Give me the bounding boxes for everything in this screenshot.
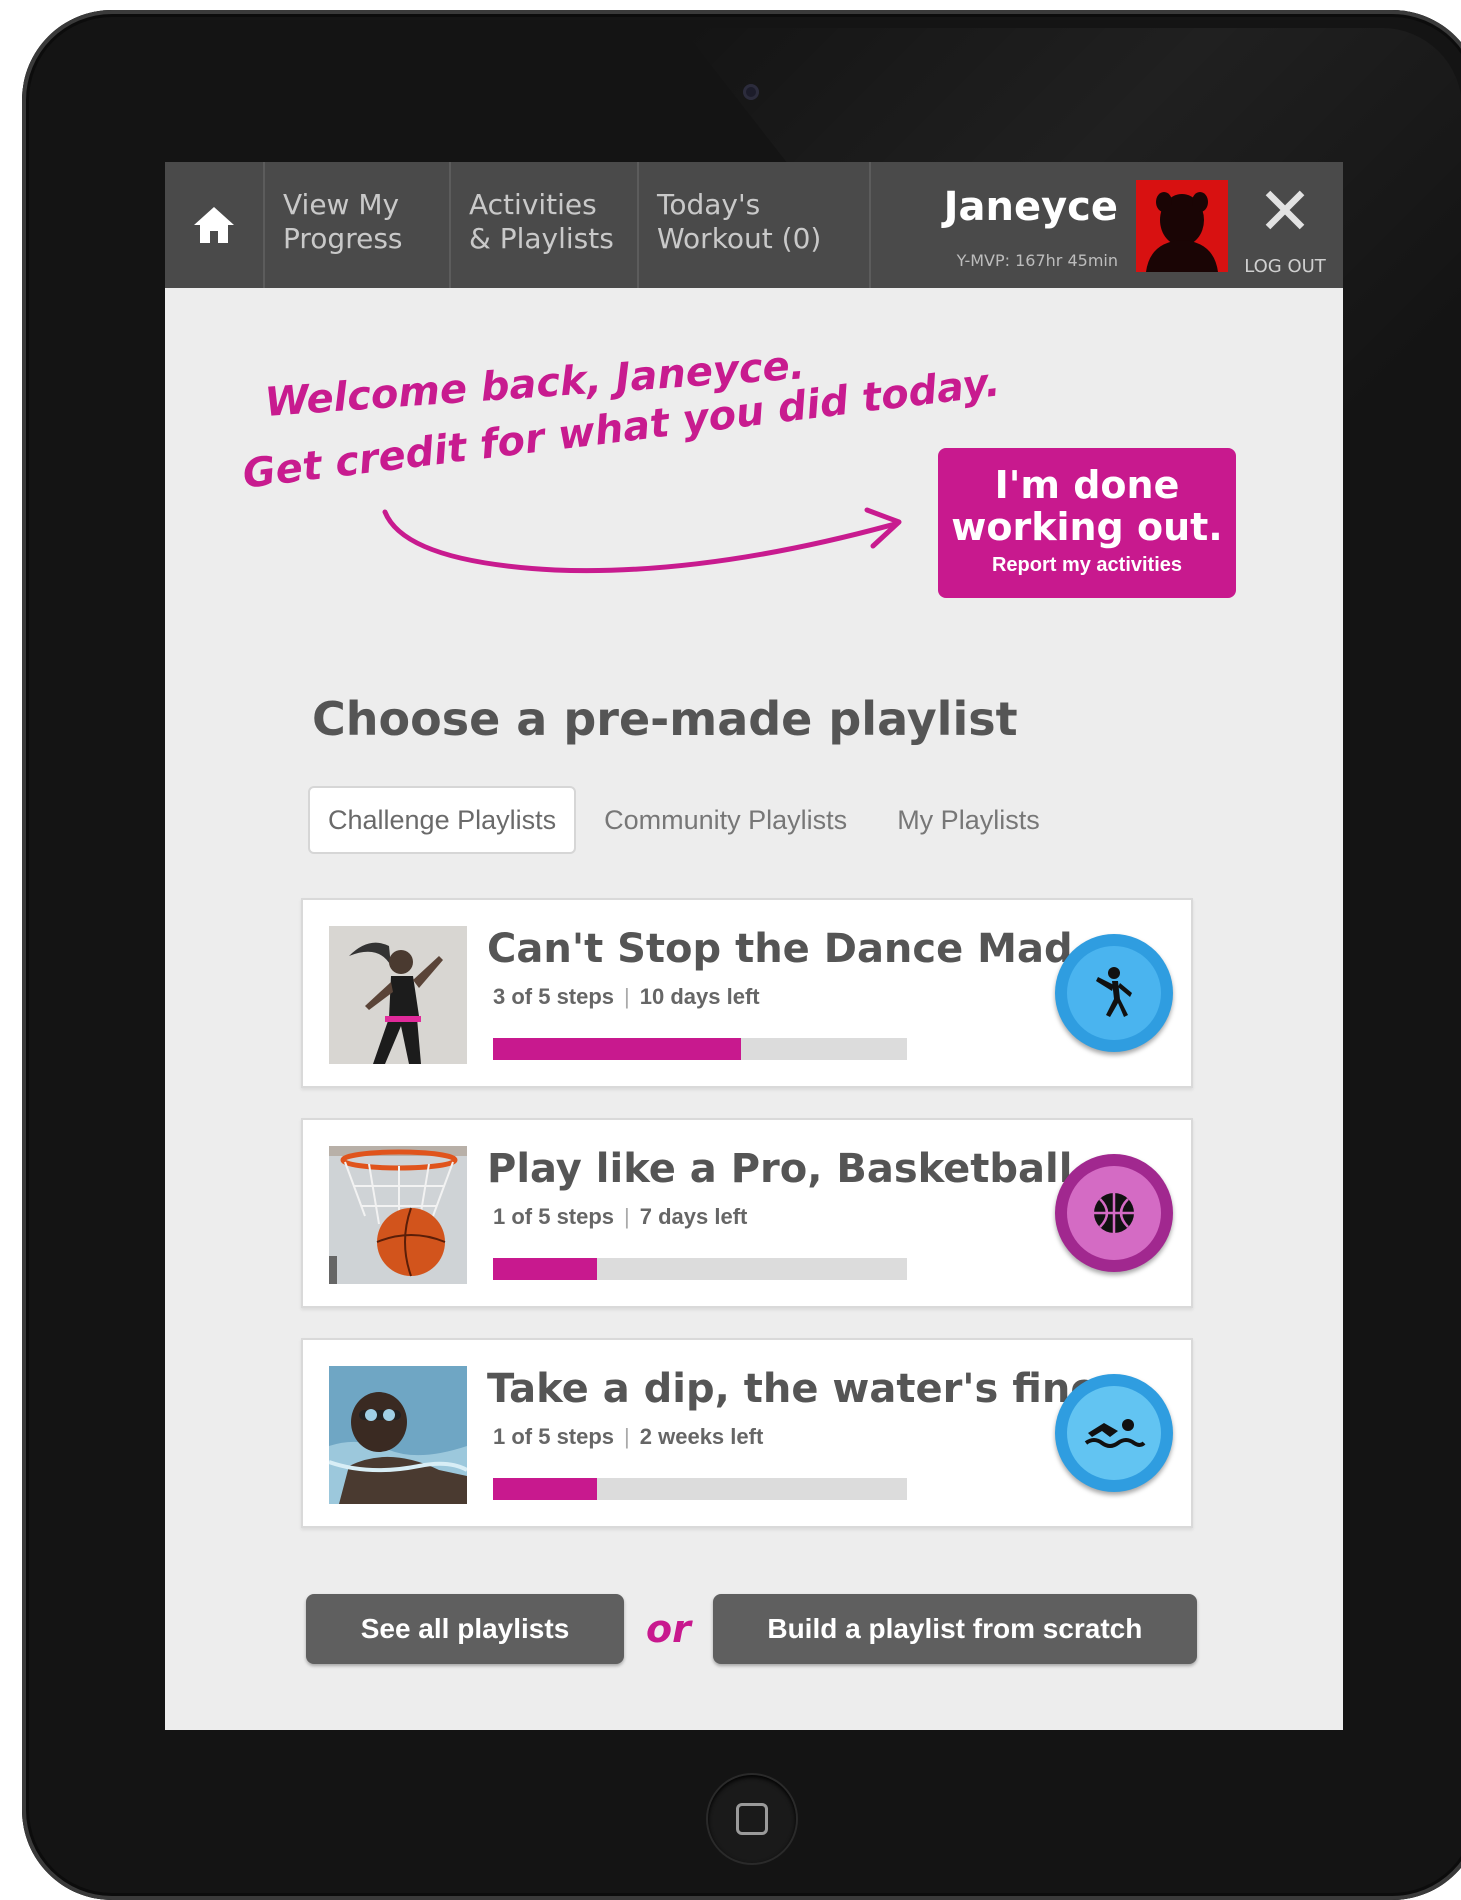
tab-challenge-playlists[interactable]: Challenge Playlists [308, 786, 577, 854]
avatar-silhouette-icon [1146, 192, 1218, 272]
playlist-time-left: 2 weeks left [639, 1424, 764, 1449]
playlist-thumbnail [329, 1146, 467, 1284]
playlist-thumbnail [329, 926, 467, 1064]
build-playlist-button[interactable]: Build a playlist from scratch [712, 1594, 1197, 1664]
close-icon: ✕ [1257, 173, 1313, 250]
playlist-title: Play like a Pro, Basketball [487, 1146, 1073, 1192]
logout-button[interactable]: ✕ LOG OUT [1235, 173, 1335, 278]
done-title-line: I'm done [994, 463, 1180, 507]
user-name: Janeyce [943, 184, 1118, 230]
meta-separator: | [624, 984, 630, 1009]
swimmer-image [329, 1366, 467, 1504]
playlist-list: Can't Stop the Dance Mad... 3 of 5 steps… [301, 898, 1193, 1558]
logout-label: LOG OUT [1244, 256, 1326, 277]
playlist-steps: 3 of 5 steps [493, 984, 615, 1009]
playlist-card[interactable]: Can't Stop the Dance Mad... 3 of 5 steps… [301, 898, 1193, 1088]
done-subtitle: Report my activities [991, 554, 1183, 576]
playlist-steps: 1 of 5 steps [493, 1424, 615, 1449]
playlist-badge [1055, 1154, 1173, 1272]
badge-inner [1067, 946, 1161, 1040]
playlist-progress-bar [493, 1478, 907, 1500]
user-panel: Janeyce Y-MVP: 167hr 45min ✕ LOG OUT [871, 162, 1343, 288]
playlist-meta: 1 of 5 steps | 7 days left [493, 1204, 747, 1230]
nav-view-progress[interactable]: View My Progress [265, 162, 451, 288]
dance-icon [1096, 967, 1132, 1017]
home-icon [194, 207, 234, 243]
top-nav: View My Progress Activities & Playlists … [165, 162, 1343, 288]
swimming-icon [1084, 1419, 1146, 1448]
meta-separator: | [624, 1204, 630, 1229]
nav-label-line: & Playlists [469, 222, 614, 255]
nav-activities-playlists[interactable]: Activities & Playlists [451, 162, 639, 288]
camera-icon [743, 84, 759, 100]
nav-todays-workout[interactable]: Today's Workout (0) [639, 162, 871, 288]
playlist-progress-bar [493, 1038, 907, 1060]
playlist-card[interactable]: Play like a Pro, Basketball 1 of 5 steps… [301, 1118, 1193, 1308]
avatar[interactable] [1136, 180, 1228, 272]
tab-community-playlists[interactable]: Community Playlists [582, 788, 869, 852]
playlist-tabs: Challenge Playlists Community Playlists … [308, 786, 1062, 854]
badge-inner [1067, 1166, 1161, 1260]
playlist-meta: 1 of 5 steps | 2 weeks left [493, 1424, 763, 1450]
arrow-icon [382, 507, 902, 574]
progress-fill [493, 1258, 597, 1280]
bottom-actions: See all playlists or Build a playlist fr… [306, 1594, 1197, 1664]
progress-fill [493, 1478, 597, 1500]
basketball-icon [1094, 1193, 1134, 1233]
playlist-time-left: 10 days left [639, 984, 760, 1009]
nav-label-line: View My [283, 188, 400, 221]
section-title: Choose a pre-made playlist [312, 692, 1018, 746]
see-all-playlists-button[interactable]: See all playlists [306, 1594, 624, 1664]
hardware-home-button[interactable] [708, 1775, 796, 1863]
home-square-icon [736, 1803, 768, 1835]
or-separator: or [646, 1607, 691, 1651]
playlist-badge [1055, 1374, 1173, 1492]
progress-fill [493, 1038, 742, 1060]
playlist-title: Can't Stop the Dance Mad... [487, 926, 1119, 972]
basketball-hoop-image [329, 1146, 467, 1284]
nav-label-line: Progress [283, 222, 403, 255]
meta-separator: | [624, 1424, 630, 1449]
user-stat: Y-MVP: 167hr 45min [956, 251, 1118, 270]
nav-label-line: Today's [657, 188, 761, 221]
done-working-out-button[interactable]: I'm done working out. Report my activiti… [938, 448, 1236, 598]
playlist-time-left: 7 days left [639, 1204, 748, 1229]
tab-my-playlists[interactable]: My Playlists [875, 788, 1062, 852]
playlist-card[interactable]: Take a dip, the water's fine. 1 of 5 ste… [301, 1338, 1193, 1528]
playlist-progress-bar [493, 1258, 907, 1280]
playlist-steps: 1 of 5 steps [493, 1204, 615, 1229]
nav-home[interactable] [165, 162, 265, 288]
playlist-title: Take a dip, the water's fine. [487, 1366, 1113, 1412]
playlist-meta: 3 of 5 steps | 10 days left [493, 984, 760, 1010]
nav-label-line: Activities [469, 188, 597, 221]
playlist-badge [1055, 934, 1173, 1052]
done-title-line: working out. [951, 505, 1223, 549]
app-screen: View My Progress Activities & Playlists … [165, 162, 1343, 1730]
nav-label-line: Workout (0) [657, 222, 822, 255]
dancer-image [329, 926, 467, 1064]
playlist-thumbnail [329, 1366, 467, 1504]
badge-inner [1067, 1386, 1161, 1480]
